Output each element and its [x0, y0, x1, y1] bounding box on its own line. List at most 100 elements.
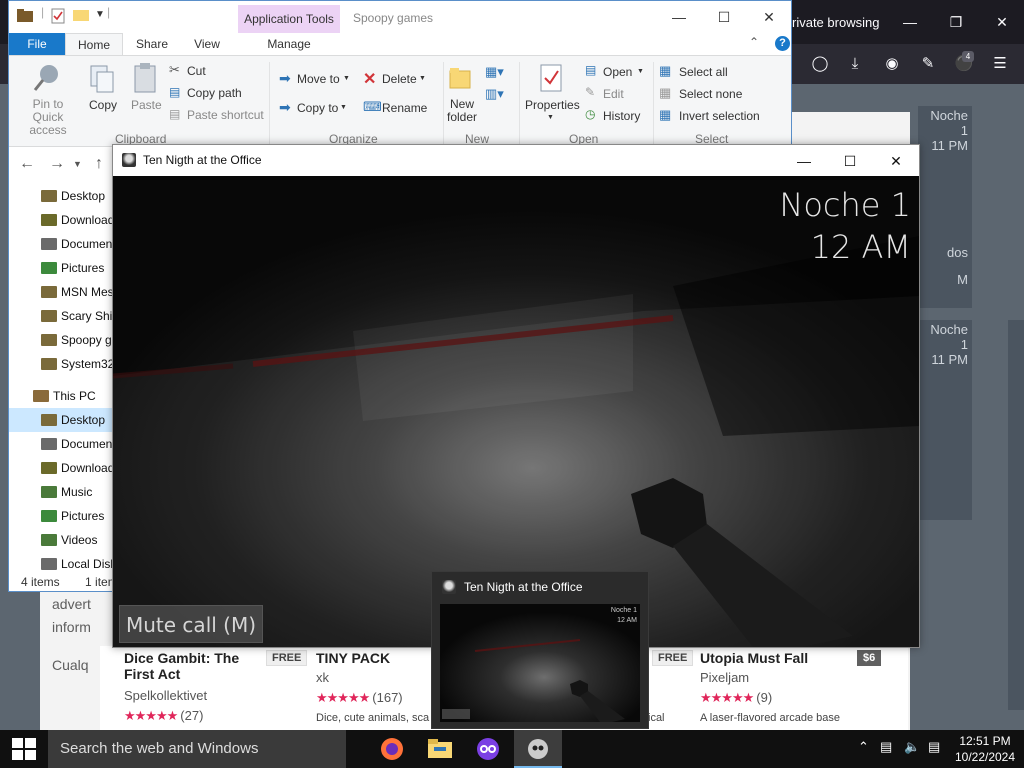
tree-label: Download	[61, 461, 115, 475]
history-icon: ◷	[585, 107, 596, 121]
scroll-edge	[1008, 320, 1024, 710]
rating-count: (167)	[372, 690, 403, 705]
tree-item[interactable]: Download	[9, 208, 115, 232]
tree-label: Desktop	[61, 189, 106, 203]
browser-restore-button[interactable]: ❐	[944, 10, 968, 34]
folder-icon	[41, 214, 57, 226]
qat-dropdown-icon[interactable]: ▼	[95, 9, 105, 20]
tree-label: Desktop	[61, 413, 106, 427]
up-arrow-icon[interactable]: ↑	[95, 155, 103, 173]
properties-qat-icon[interactable]	[51, 8, 65, 24]
computer-icon	[33, 390, 49, 402]
pocket-icon[interactable]: ◯	[808, 52, 832, 76]
preview-hud: Noche 1 12 AM	[611, 606, 637, 626]
tree-item[interactable]: Videos	[9, 528, 113, 552]
select-none-label: Select none	[679, 87, 743, 101]
tree-label: Download	[61, 213, 115, 227]
rating-stars: ★★★★★ (27)	[124, 708, 203, 724]
tree-item[interactable]: Local Disk	[9, 552, 116, 576]
tree-item-selected[interactable]: Desktop	[9, 408, 113, 432]
tree-item-this-pc[interactable]: This PC	[9, 384, 113, 408]
tree-item[interactable]: Download	[9, 456, 115, 480]
side-card-time: 11 PM	[931, 352, 968, 367]
tab-view[interactable]: View	[181, 33, 233, 55]
edit-icon: ✎	[585, 85, 596, 99]
game-app-icon	[122, 153, 136, 167]
game-author[interactable]: Spelkollektivet	[124, 688, 207, 703]
stars-value: ★★★★★	[124, 708, 178, 723]
firefox-icon	[381, 738, 403, 760]
help-icon[interactable]: ?	[775, 36, 790, 51]
tree-item[interactable]: Pictures	[9, 256, 113, 280]
tree-item[interactable]: Desktop	[9, 184, 113, 208]
folder-icon	[41, 310, 57, 322]
menu-icon[interactable]: ☰	[988, 52, 1012, 76]
game-maximize-button[interactable]: ☐	[827, 149, 873, 173]
tab-manage[interactable]: Manage	[238, 33, 340, 55]
new-folder-qat-icon[interactable]	[73, 8, 89, 22]
explorer-maximize-button[interactable]: ☐	[712, 5, 736, 29]
side-card[interactable]: Noche 1 11 PM dos M	[918, 106, 972, 308]
mute-call-button[interactable]: Mute call (M)	[119, 605, 264, 643]
properties-dropdown-icon: ▼	[547, 114, 554, 121]
tree-item[interactable]: Pictures	[9, 504, 113, 528]
recent-dropdown-icon[interactable]: ▼	[73, 159, 82, 169]
account-icon[interactable]: ◉	[880, 52, 904, 76]
tree-item[interactable]: Spoopy g	[9, 328, 113, 352]
tree-item[interactable]: Documen	[9, 232, 113, 256]
game-card[interactable]: Dice Gambit: The First Act FREE Spelkoll…	[124, 646, 314, 730]
tab-share[interactable]: Share	[125, 33, 179, 55]
move-to-label: Move to	[297, 72, 340, 86]
ribbon-separator	[653, 62, 654, 144]
download-icon[interactable]: ⤓	[843, 52, 867, 76]
copy-to-icon: ➡	[279, 99, 291, 115]
taskbar-preview[interactable]: Ten Nigth at the Office Noche 1 12 AM	[431, 571, 649, 729]
cut-icon: ✂	[169, 62, 180, 77]
ribbon-collapse-icon[interactable]: ⌃	[749, 35, 759, 49]
game-title[interactable]: Utopia Must Fall	[700, 650, 840, 666]
taskbar-firefox[interactable]	[368, 730, 416, 768]
folder-icon	[41, 286, 57, 298]
game-author[interactable]: Pixeljam	[700, 670, 749, 685]
tab-home[interactable]: Home	[65, 33, 123, 55]
browser-minimize-button[interactable]: —	[898, 10, 922, 34]
tree-item[interactable]: System32	[9, 352, 114, 376]
notifications-icon[interactable]: ▤	[928, 739, 940, 755]
game-author[interactable]: xk	[316, 670, 329, 685]
explorer-close-button[interactable]: ✕	[757, 5, 781, 29]
side-card[interactable]: Noche 1 11 PM	[918, 320, 972, 520]
tree-item[interactable]: Scary Shit	[9, 304, 116, 328]
game-title[interactable]: Dice Gambit: The First Act	[124, 650, 264, 682]
taskbar-game-app[interactable]	[464, 730, 512, 768]
tab-file[interactable]: File	[9, 33, 65, 55]
tree-item[interactable]: Music	[9, 480, 113, 504]
tree-item[interactable]: Documen	[9, 432, 113, 456]
folder-icon	[41, 438, 57, 450]
back-arrow-icon[interactable]: ←	[19, 155, 35, 173]
new-item-icon[interactable]: ▦▾	[485, 64, 504, 80]
paste-shortcut-label: Paste shortcut	[187, 108, 264, 122]
tree-label: This PC	[53, 389, 96, 403]
show-hidden-icons-icon[interactable]: ⌃	[858, 739, 869, 755]
explorer-minimize-button[interactable]: —	[667, 5, 691, 29]
network-icon[interactable]: ▤	[880, 739, 892, 755]
taskbar-clock[interactable]: 12:51 PM 10/22/2024	[950, 733, 1020, 765]
preview-thumbnail[interactable]: Noche 1 12 AM	[440, 604, 640, 722]
easy-access-icon[interactable]: ▥▾	[485, 86, 504, 102]
start-button[interactable]	[0, 730, 48, 768]
drive-icon	[41, 558, 57, 570]
taskbar-search-box[interactable]: Search the web and Windows	[48, 730, 346, 768]
delete-icon: ✕	[363, 71, 377, 88]
game-minimize-button[interactable]: —	[781, 149, 827, 173]
tree-item[interactable]: MSN Mes	[9, 280, 114, 304]
browser-close-button[interactable]: ✕	[990, 10, 1014, 34]
taskbar-ten-nigth[interactable]	[514, 730, 562, 768]
game-desc: Dice, cute animals, sca	[316, 712, 430, 724]
forward-arrow-icon[interactable]: →	[49, 155, 65, 173]
game-card[interactable]: Utopia Must Fall $6 Pixeljam ★★★★★ (9) A …	[700, 646, 900, 730]
extensions-icon[interactable]: ✎	[916, 52, 940, 76]
volume-icon[interactable]: 🔈	[904, 739, 920, 755]
tree-label: MSN Mes	[61, 285, 114, 299]
taskbar-file-explorer[interactable]	[416, 730, 464, 768]
game-close-button[interactable]: ✕	[873, 149, 919, 173]
